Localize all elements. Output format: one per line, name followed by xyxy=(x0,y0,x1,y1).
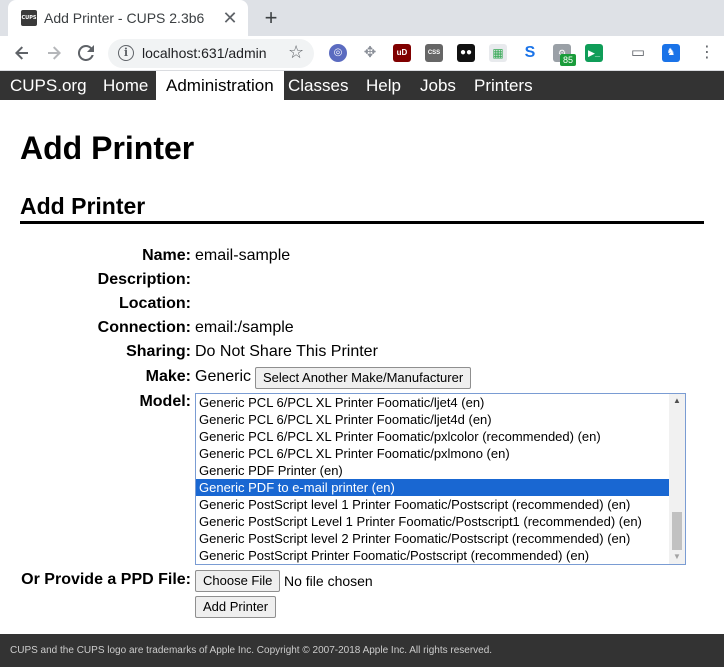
address-bar[interactable]: i localhost:631/admin ☆ xyxy=(108,39,314,68)
nav-cups-org[interactable]: CUPS.org xyxy=(0,71,97,100)
globe-extension-icon[interactable]: ◎ xyxy=(329,44,347,62)
s-extension-icon[interactable]: S xyxy=(521,44,539,62)
model-label: Model: xyxy=(139,393,191,410)
connection-label: Connection: xyxy=(97,319,191,336)
model-option-selected[interactable]: Generic PDF to e-mail printer (en) xyxy=(196,479,669,496)
nav-home[interactable]: Home xyxy=(93,71,158,100)
nav-jobs[interactable]: Jobs xyxy=(410,71,466,100)
name-label: Name: xyxy=(142,247,191,264)
footer-text: CUPS and the CUPS logo are trademarks of… xyxy=(10,645,493,656)
ppd-label: Or Provide a PPD File: xyxy=(21,571,191,588)
site-info-icon[interactable]: i xyxy=(118,45,134,61)
select-make-button[interactable]: Select Another Make/Manufacturer xyxy=(255,367,472,389)
css-extension-icon[interactable]: CSS xyxy=(425,44,443,62)
model-option[interactable]: Generic PDF Printer (en) xyxy=(196,462,669,479)
color-picker-icon[interactable]: ▦ xyxy=(489,44,507,62)
no-file-text: No file chosen xyxy=(284,573,373,589)
nav-help[interactable]: Help xyxy=(356,71,411,100)
browser-menu-icon[interactable]: ⋮ xyxy=(694,40,720,66)
description-label: Description: xyxy=(97,271,191,288)
section-title: Add Printer xyxy=(20,193,146,219)
model-option[interactable]: Generic PostScript Printer Foomatic/Post… xyxy=(196,547,669,564)
browser-tab-strip: CUPS Add Printer - CUPS 2.3b6 ✕ + xyxy=(0,0,724,36)
nav-printers[interactable]: Printers xyxy=(464,71,543,100)
nav-administration[interactable]: Administration xyxy=(156,71,284,100)
browser-toolbar: i localhost:631/admin ☆ ◎ ✥ uD CSS ●● ▦ … xyxy=(0,36,724,71)
make-value: Generic xyxy=(195,368,252,385)
close-tab-icon[interactable]: ✕ xyxy=(220,8,240,28)
scrollbar-thumb[interactable] xyxy=(672,512,682,550)
bookmark-star-icon[interactable]: ☆ xyxy=(288,42,304,63)
terminal-extension-icon[interactable]: ▶_ xyxy=(585,44,603,62)
nav-classes[interactable]: Classes xyxy=(278,71,358,100)
scroll-down-arrow-icon[interactable]: ▼ xyxy=(669,550,685,564)
add-printer-button[interactable]: Add Printer xyxy=(195,596,277,618)
model-option[interactable]: Generic PCL 6/PCL XL Printer Foomatic/px… xyxy=(196,445,669,462)
model-listbox[interactable]: Generic PCL 6/PCL XL Printer Foomatic/lj… xyxy=(195,393,686,565)
tampermonkey-icon[interactable]: ●● xyxy=(457,44,475,62)
scroll-up-arrow-icon[interactable]: ▲ xyxy=(669,394,685,408)
model-option[interactable]: Generic PCL 6/PCL XL Printer Foomatic/lj… xyxy=(196,394,669,411)
cups-nav-bar: CUPS.org Home Administration Classes Hel… xyxy=(0,71,724,100)
page-title: Add Printer xyxy=(20,130,195,166)
url-text: localhost:631/admin xyxy=(142,45,267,61)
model-option[interactable]: Generic PostScript Level 1 Printer Fooma… xyxy=(196,513,669,530)
sharing-value: Do Not Share This Printer xyxy=(195,343,378,360)
forward-arrow-icon[interactable] xyxy=(41,40,67,66)
reload-icon[interactable] xyxy=(73,40,99,66)
back-arrow-icon[interactable] xyxy=(9,40,35,66)
choose-file-button[interactable]: Choose File xyxy=(195,570,281,592)
sharing-label: Sharing: xyxy=(126,343,191,360)
page-footer: CUPS and the CUPS logo are trademarks of… xyxy=(0,634,724,667)
cups-favicon-icon: CUPS xyxy=(21,10,37,26)
make-label: Make: xyxy=(145,368,191,385)
model-option[interactable]: Generic PCL 6/PCL XL Printer Foomatic/px… xyxy=(196,428,669,445)
listbox-scrollbar[interactable]: ▲ ▼ xyxy=(669,394,685,564)
new-tab-icon[interactable]: + xyxy=(259,6,283,30)
model-option[interactable]: Generic PostScript level 1 Printer Fooma… xyxy=(196,496,669,513)
cast-icon[interactable]: ▭ xyxy=(629,44,647,62)
extension-badge: 85 xyxy=(560,54,576,66)
section-divider xyxy=(20,221,704,224)
location-label: Location: xyxy=(119,295,191,312)
connection-value: email:/sample xyxy=(195,319,294,336)
model-option[interactable]: Generic PCL 6/PCL XL Printer Foomatic/lj… xyxy=(196,411,669,428)
ublock-icon[interactable]: uD xyxy=(393,44,411,62)
move-extension-icon[interactable]: ✥ xyxy=(361,44,379,62)
profile-avatar-icon[interactable]: ♞ xyxy=(662,44,680,62)
browser-tab[interactable]: CUPS Add Printer - CUPS 2.3b6 ✕ xyxy=(8,0,248,36)
model-option[interactable]: Generic PostScript level 2 Printer Fooma… xyxy=(196,530,669,547)
name-value: email-sample xyxy=(195,247,291,264)
tab-title: Add Printer - CUPS 2.3b6 xyxy=(44,10,205,26)
